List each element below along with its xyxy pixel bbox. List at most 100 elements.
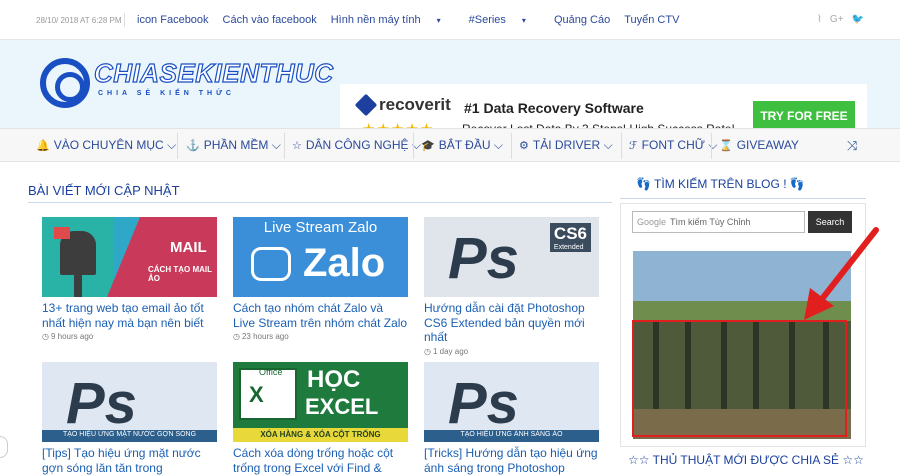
clock-icon: ◷ — [42, 332, 49, 341]
chevron-down-icon: ⌵ — [167, 138, 177, 152]
post-card[interactable]: Ps CS6 Extended Hướng dẫn cài đặt Photosh… — [424, 217, 599, 356]
nav-divider — [284, 133, 285, 159]
post-title[interactable]: Hướng dẫn cài đặt Photoshop CS6 Extended… — [424, 301, 599, 345]
post-title[interactable]: [Tips] Tạo hiệu ứng mặt nước gợn sóng lă… — [42, 446, 217, 475]
post-title[interactable]: Cách xóa dòng trống hoặc cột trống trong… — [233, 446, 408, 475]
photoshop-logo-icon: Ps — [448, 371, 519, 436]
nav-item-bat-dau[interactable]: 🎓 BẮT ĐẦU ⌵ — [421, 138, 503, 153]
post-title[interactable]: [Tricks] Hướng dẫn tạo hiệu ứng ánh sáng… — [424, 446, 599, 475]
post-time-text: 1 day ago — [432, 346, 469, 356]
thumb-text: TẠO HIỆU ỨNG MẶT NƯỚC GỢN SÓNG — [62, 431, 197, 438]
bell-icon: 🔔 — [36, 140, 50, 152]
post-time: ◷ 9 hours ago — [42, 332, 217, 341]
nav-item-dan-cong-nghe[interactable]: ☆ DÂN CÔNG NGHỆ ⌵ — [292, 138, 421, 153]
thumb-subtext: Zalo — [303, 241, 386, 285]
nav-item-font-chu[interactable]: ℱ FONT CHỮ ⌵ — [629, 138, 717, 153]
post-card[interactable]: X Office HỌC EXCEL XÓA HÀNG & XÓA CỘT TR… — [233, 362, 408, 475]
top-link-hinh-nen[interactable]: Hình nền máy tính ▾ — [331, 14, 455, 26]
thumb-text: HỌC — [307, 366, 361, 393]
thumb-text: TẠO HIỆU ỨNG ÁNH SÁNG ẢO — [460, 431, 563, 438]
nav-label: DÂN CÔNG NGHỆ — [305, 138, 409, 152]
font-icon: ℱ — [629, 140, 638, 152]
office-label: Office — [259, 367, 283, 377]
sidebar-tips-title: ☆☆ THỦ THUẬT MỚI ĐƯỢC CHIA SẺ ☆☆ — [628, 453, 864, 467]
scroll-handle[interactable] — [0, 436, 8, 458]
top-link-tuyen-ctv[interactable]: Tuyển CTV — [624, 14, 679, 26]
top-link-icon-facebook[interactable]: icon Facebook — [137, 14, 209, 26]
post-title[interactable]: Cách tạo nhóm chát Zalo và Live Stream t… — [233, 301, 408, 330]
caret-down-icon: ▾ — [436, 16, 441, 25]
post-card[interactable]: MAIL CÁCH TẠO MAIL ẢO 13+ trang web tạo … — [42, 217, 217, 341]
nav-divider — [621, 133, 622, 159]
nav-label: VÀO CHUYÊN MỤC — [53, 138, 164, 152]
red-arrow-icon — [804, 227, 879, 320]
caret-down-icon: ▾ — [521, 16, 526, 25]
top-link-series[interactable]: #Series ▾ — [469, 14, 540, 26]
nav-label: GIVEAWAY — [736, 138, 799, 152]
nav-label: PHẦN MỀM — [203, 138, 269, 152]
thumb-band: TẠO HIỆU ỨNG MẶT NƯỚC GỢN SÓNG — [42, 430, 217, 442]
shuffle-icon[interactable]: ⤨ — [847, 138, 857, 154]
ad-logo: recoverit — [354, 93, 451, 117]
thumb-subtext: EXCEL — [305, 394, 379, 419]
mailbox-flag — [54, 227, 70, 239]
star-icon: ☆ — [292, 140, 302, 152]
post-thumbnail[interactable]: Ps CS6 Extended — [424, 217, 599, 297]
top-link-cach-vao-facebook[interactable]: Cách vào facebook — [223, 14, 317, 26]
nav-divider — [413, 133, 414, 159]
post-card[interactable]: Ps TẠO HIỆU ỨNG ÁNH SÁNG ẢO [Tricks] Hướ… — [424, 362, 599, 475]
nav-divider — [511, 133, 512, 159]
section-underline — [28, 202, 612, 203]
date-text: 28/10/ 2018 AT 6:28 PM — [36, 16, 122, 25]
brand-name: CHIASEKIENTHUC — [93, 57, 334, 88]
post-title[interactable]: 13+ trang web tạo email ảo tốt nhất hiện… — [42, 301, 217, 330]
nav-divider — [177, 133, 178, 159]
nav-label: BẮT ĐẦU — [438, 138, 491, 152]
social-icons: ⌇ G+ 🐦 — [817, 14, 864, 25]
sidebar-underline — [620, 198, 866, 199]
thumb-subtext: CÁCH TẠO MAIL ẢO — [148, 265, 212, 283]
thumb-text: CS6 Extended — [549, 223, 591, 252]
nav-item-giveaway[interactable]: ⌛ GIVEAWAY — [719, 138, 799, 152]
sidebar-search-title: 👣 TÌM KIẾM TRÊN BLOG ! 👣 — [636, 177, 805, 191]
top-link-quang-cao[interactable]: Quảng Cáo — [554, 14, 610, 26]
thumb-band: XÓA HÀNG & XÓA CỘT TRỐNG — [233, 428, 408, 442]
post-card[interactable]: Live Stream Zalo Zalo Cách tạo nhóm chát… — [233, 217, 408, 341]
ad-logo-text: recoverit — [379, 95, 451, 114]
thumb-text: Live Stream Zalo — [263, 219, 378, 236]
thumb-band: TẠO HIỆU ỨNG ÁNH SÁNG ẢO — [424, 430, 599, 442]
rss-icon[interactable]: ⌇ — [817, 14, 822, 25]
nav-item-tai-driver[interactable]: ⚙ TẢI DRIVER ⌵ — [519, 138, 613, 153]
hourglass-icon: ⌛ — [719, 140, 733, 152]
top-link-label: Hình nền máy tính — [330, 14, 421, 26]
google-plus-icon[interactable]: G+ — [830, 14, 844, 25]
anchor-icon: ⚓ — [186, 140, 200, 152]
thumb-subtext: Extended — [553, 244, 584, 251]
search-input[interactable]: Google Tìm kiếm Tùy Chỉnh — [632, 211, 805, 233]
google-label: Google — [637, 217, 667, 227]
post-thumbnail[interactable]: Live Stream Zalo Zalo — [233, 217, 408, 297]
try-for-free-button[interactable]: TRY FOR FREE — [753, 101, 855, 131]
post-thumbnail[interactable]: Ps TẠO HIỆU ỨNG MẶT NƯỚC GỢN SÓNG — [42, 362, 217, 442]
post-thumbnail[interactable]: X Office HỌC EXCEL XÓA HÀNG & XÓA CỘT TR… — [233, 362, 408, 442]
thumb-accent — [107, 217, 217, 297]
site-logo[interactable]: CHIASEKIENTHUC CHIA SẺ KIẾN THỨC — [40, 56, 334, 112]
post-thumbnail[interactable]: Ps TẠO HIỆU ỨNG ÁNH SÁNG ẢO — [424, 362, 599, 442]
chevron-down-icon: ⌵ — [708, 138, 718, 152]
nav-item-vao-chuyen-muc[interactable]: 🔔 VÀO CHUYÊN MỤC ⌵ — [36, 138, 176, 153]
divider — [124, 13, 125, 27]
section-title: BÀI VIẾT MỚI CẬP NHẬT — [28, 183, 180, 198]
top-link-label: #Series — [468, 14, 506, 26]
post-time: ◷ 23 hours ago — [233, 332, 408, 341]
nav-divider — [711, 133, 712, 159]
ad-headline: #1 Data Recovery Software — [464, 100, 644, 116]
twitter-icon[interactable]: 🐦 — [852, 14, 864, 25]
chevron-down-icon: ⌵ — [493, 138, 503, 152]
post-thumbnail[interactable]: MAIL CÁCH TẠO MAIL ẢO — [42, 217, 217, 297]
chat-bubble-icon — [251, 247, 291, 281]
nav-item-phan-mem[interactable]: ⚓ PHẦN MỀM ⌵ — [186, 138, 281, 153]
post-card[interactable]: Ps TẠO HIỆU ỨNG MẶT NƯỚC GỢN SÓNG [Tips]… — [42, 362, 217, 475]
thumb-text: MAIL — [170, 239, 207, 256]
chevron-down-icon: ⌵ — [271, 138, 281, 152]
nav-label: FONT CHỮ — [641, 138, 706, 152]
